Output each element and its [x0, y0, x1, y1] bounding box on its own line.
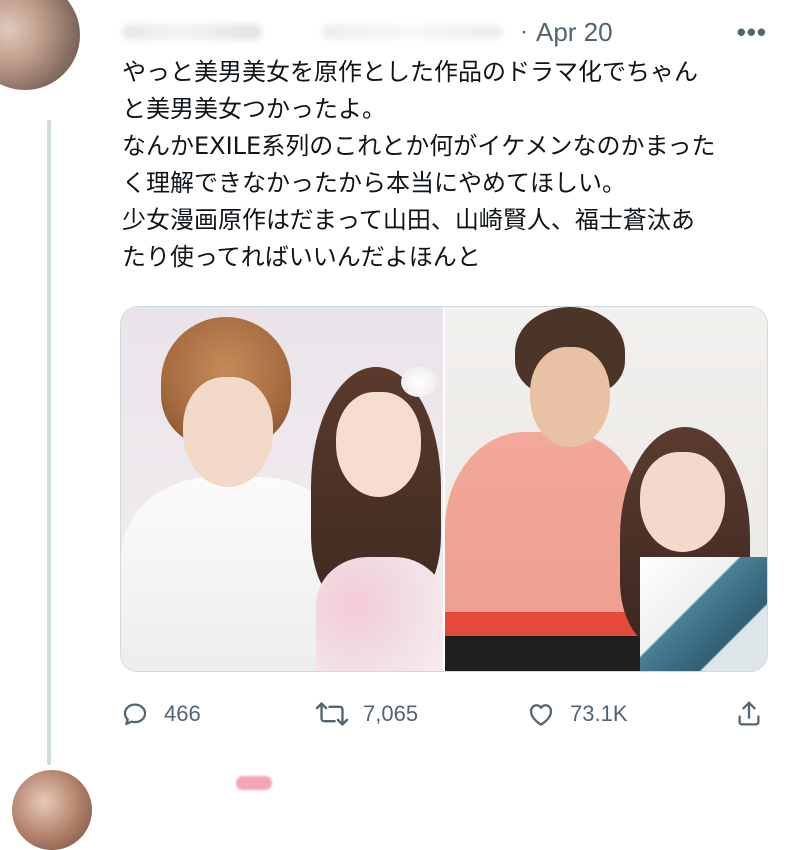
reply-button[interactable]: 466 — [120, 699, 201, 729]
tweet-date[interactable]: Apr 20 — [536, 17, 613, 48]
photo-figure — [336, 392, 421, 497]
photo-figure — [530, 347, 610, 447]
author-handle-redacted[interactable] — [322, 25, 502, 39]
tweet-text: やっと美男美女を原作とした作品のドラマ化でちゃん と美男美女つかったよ。 なんか… — [122, 58, 716, 271]
photo-figure — [401, 367, 437, 397]
photo-figure — [640, 452, 725, 552]
share-button[interactable] — [734, 699, 764, 729]
retweet-button[interactable]: 7,065 — [315, 699, 418, 729]
photo-figure — [445, 432, 645, 671]
tweet-media[interactable] — [120, 306, 768, 672]
like-count: 73.1K — [570, 701, 628, 726]
retweet-count: 7,065 — [363, 701, 419, 726]
thread-line — [47, 120, 51, 765]
author-name-redacted[interactable] — [122, 24, 262, 40]
media-photo-left[interactable] — [121, 307, 443, 671]
photo-figure — [316, 557, 443, 671]
tweet-actions: 466 7,065 73.1K — [120, 694, 770, 734]
retweet-icon — [315, 702, 349, 726]
share-icon — [738, 701, 760, 726]
like-button[interactable]: 73.1K — [526, 699, 628, 729]
media-photo-right[interactable] — [445, 307, 767, 671]
more-icon[interactable]: ••• — [737, 17, 767, 48]
photo-figure — [183, 377, 273, 487]
author-avatar[interactable] — [0, 0, 80, 90]
next-reply-avatar[interactable] — [12, 770, 92, 850]
header-separator: · — [520, 18, 528, 45]
photo-figure — [640, 557, 767, 671]
tweet-header: · Apr 20 ••• — [122, 14, 767, 50]
reply-count: 466 — [164, 701, 201, 726]
reply-icon — [123, 703, 147, 726]
next-reply-decoration — [236, 776, 272, 790]
heart-icon — [529, 704, 553, 726]
